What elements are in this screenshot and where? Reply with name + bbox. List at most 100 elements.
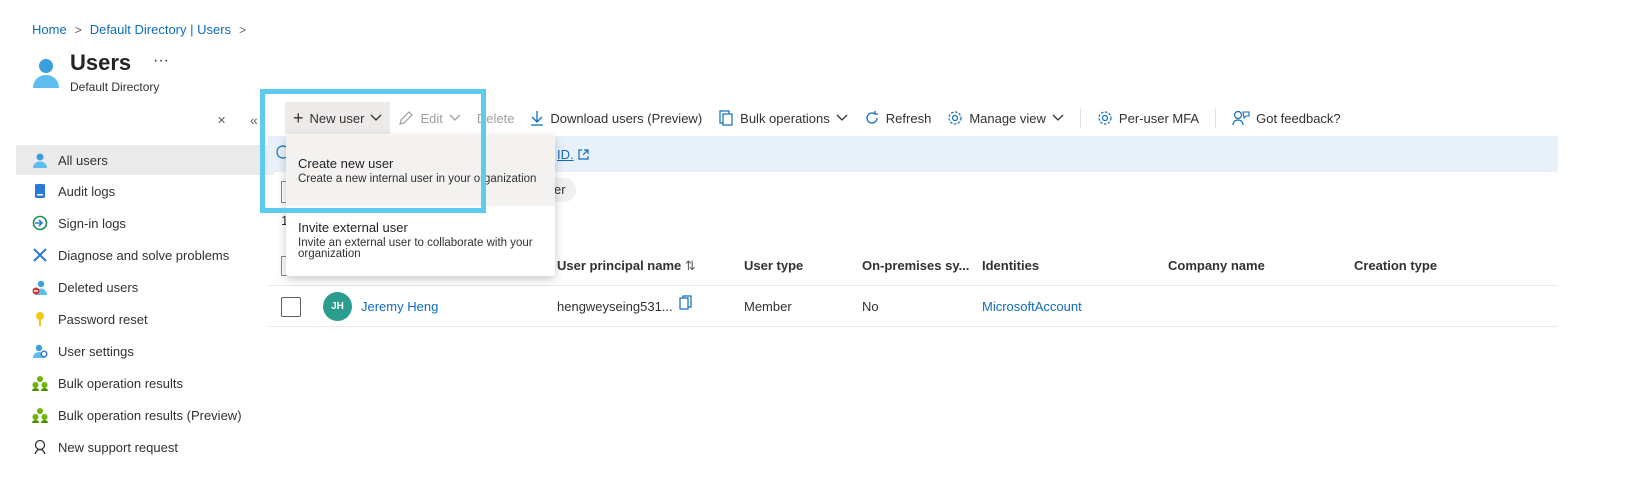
sidebar-item-bulk-results-preview[interactable]: Bulk operation results (Preview) bbox=[16, 399, 274, 431]
sidebar-item-label: All users bbox=[58, 152, 108, 168]
sidebar-item-label: Bulk operation results (Preview) bbox=[58, 407, 242, 423]
column-header-label: User principal name bbox=[557, 258, 682, 273]
sidebar: All users Audit logs Sign-in logs Diagno… bbox=[16, 145, 274, 463]
manage-view-button[interactable]: Manage view bbox=[939, 102, 1072, 134]
sidebar-item-deleted-users[interactable]: Deleted users bbox=[16, 271, 274, 303]
toolbar-divider bbox=[1215, 108, 1217, 128]
sidebar-item-bulk-results[interactable]: Bulk operation results bbox=[16, 367, 274, 399]
menu-item-title: Invite external user bbox=[298, 220, 408, 235]
user-settings-icon bbox=[32, 343, 48, 359]
page-subtitle: Default Directory bbox=[70, 80, 160, 94]
sidebar-item-sign-in-logs[interactable]: Sign-in logs bbox=[16, 207, 274, 239]
page-title: Users bbox=[70, 50, 132, 75]
audit-log-icon bbox=[32, 183, 48, 199]
copy-icon[interactable] bbox=[679, 295, 693, 311]
row-checkbox[interactable] bbox=[281, 297, 301, 317]
sign-in-icon bbox=[32, 215, 48, 231]
sidebar-item-label: New support request bbox=[58, 439, 178, 455]
per-user-mfa-label: Per-user MFA bbox=[1118, 110, 1200, 126]
new-user-dropdown: Create new user Create a new internal us… bbox=[286, 136, 555, 276]
collapse-sidebar-icon[interactable]: « bbox=[250, 112, 258, 128]
banner-link[interactable]: ID. bbox=[557, 147, 574, 162]
toolbar-divider bbox=[1079, 108, 1081, 128]
group-icon bbox=[32, 407, 48, 423]
download-icon bbox=[531, 111, 544, 126]
feedback-label: Got feedback? bbox=[1256, 110, 1341, 126]
external-link-icon[interactable] bbox=[578, 149, 589, 160]
avatar: JH bbox=[323, 292, 352, 321]
menu-item-description: Create a new internal user in your organ… bbox=[298, 173, 537, 185]
sidebar-item-label: Password reset bbox=[58, 311, 148, 327]
manage-view-label: Manage view bbox=[969, 110, 1046, 126]
sidebar-item-user-settings[interactable]: User settings bbox=[16, 335, 274, 367]
per-user-mfa-button[interactable]: Per-user MFA bbox=[1089, 102, 1207, 134]
edit-label: Edit bbox=[420, 110, 443, 126]
users-page-icon bbox=[33, 59, 59, 88]
gear-icon bbox=[1098, 111, 1112, 125]
sidebar-item-label: Sign-in logs bbox=[58, 215, 126, 231]
refresh-button[interactable]: Refresh bbox=[856, 102, 940, 134]
wrench-icon bbox=[32, 247, 48, 263]
feedback-icon bbox=[1232, 110, 1250, 126]
download-users-button[interactable]: Download users (Preview) bbox=[522, 102, 710, 134]
column-header-upn[interactable]: User principal name ⇅ bbox=[557, 258, 696, 274]
on-premises-sync: No bbox=[862, 299, 879, 314]
table-divider bbox=[268, 326, 1558, 327]
chevron-down-icon bbox=[836, 114, 848, 121]
delete-label: Delete bbox=[476, 110, 515, 126]
column-header-user-type[interactable]: User type bbox=[744, 258, 803, 273]
chevron-down-icon bbox=[449, 114, 461, 121]
sidebar-item-label: User settings bbox=[58, 343, 134, 359]
sidebar-item-label: Deleted users bbox=[58, 279, 139, 295]
support-icon bbox=[32, 439, 48, 455]
menu-item-title: Create new user bbox=[298, 156, 394, 171]
user-type: Member bbox=[744, 299, 792, 314]
user-principal-name: hengweyseing531... bbox=[557, 299, 673, 314]
sidebar-item-diagnose[interactable]: Diagnose and solve problems bbox=[16, 239, 274, 271]
sidebar-item-label: Audit logs bbox=[58, 183, 116, 199]
bulk-label: Bulk operations bbox=[740, 110, 830, 126]
more-options-icon[interactable]: ··· bbox=[153, 52, 169, 70]
refresh-label: Refresh bbox=[885, 110, 932, 126]
breadcrumb-separator: > bbox=[74, 22, 82, 37]
refresh-icon bbox=[866, 111, 878, 124]
gear-icon bbox=[948, 111, 962, 125]
key-icon bbox=[32, 311, 48, 327]
sort-icon[interactable]: ⇅ bbox=[685, 258, 696, 273]
breadcrumb: Home > Default Directory | Users > bbox=[32, 22, 246, 37]
bulk-operations-icon bbox=[719, 110, 733, 126]
breadcrumb-directory[interactable]: Default Directory | Users bbox=[90, 22, 231, 37]
new-user-button[interactable]: + New user bbox=[285, 102, 391, 134]
pencil-icon bbox=[399, 111, 414, 125]
sidebar-item-all-users[interactable]: All users bbox=[16, 145, 274, 175]
user-name-link[interactable]: Jeremy Heng bbox=[361, 299, 438, 314]
column-header-identities[interactable]: Identities bbox=[982, 258, 1039, 273]
invite-external-user-menu-item[interactable]: Invite external user Invite an external … bbox=[286, 206, 555, 276]
breadcrumb-separator: > bbox=[239, 22, 247, 37]
sidebar-item-new-support-request[interactable]: New support request bbox=[16, 431, 274, 463]
sidebar-item-password-reset[interactable]: Password reset bbox=[16, 303, 274, 335]
plus-icon: + bbox=[293, 107, 304, 128]
sidebar-item-audit-logs[interactable]: Audit logs bbox=[16, 175, 274, 207]
column-header-company[interactable]: Company name bbox=[1168, 258, 1265, 273]
user-icon bbox=[32, 152, 48, 168]
column-header-on-premises[interactable]: On-premises sy... bbox=[862, 258, 969, 273]
collapse-icon[interactable]: ✕ bbox=[217, 114, 226, 127]
feedback-button[interactable]: Got feedback? bbox=[1224, 102, 1349, 134]
menu-item-description: Invite an external user to collaborate w… bbox=[298, 237, 533, 260]
table-divider bbox=[268, 285, 1558, 286]
sidebar-item-label: Diagnose and solve problems bbox=[58, 247, 230, 263]
sidebar-item-label: Bulk operation results bbox=[58, 375, 184, 391]
toolbar: + New user Edit Delete Download users (P… bbox=[285, 102, 1349, 134]
identities-link[interactable]: MicrosoftAccount bbox=[982, 299, 1082, 314]
chevron-down-icon bbox=[370, 114, 382, 121]
create-new-user-menu-item[interactable]: Create new user Create a new internal us… bbox=[286, 136, 555, 206]
group-icon bbox=[32, 375, 48, 391]
download-label: Download users (Preview) bbox=[550, 110, 703, 126]
column-header-creation-type[interactable]: Creation type bbox=[1354, 258, 1437, 273]
new-user-label: New user bbox=[309, 110, 365, 126]
edit-button[interactable]: Edit bbox=[390, 102, 468, 134]
bulk-operations-button[interactable]: Bulk operations bbox=[710, 102, 856, 134]
delete-button[interactable]: Delete bbox=[469, 102, 523, 134]
breadcrumb-home[interactable]: Home bbox=[32, 22, 67, 37]
